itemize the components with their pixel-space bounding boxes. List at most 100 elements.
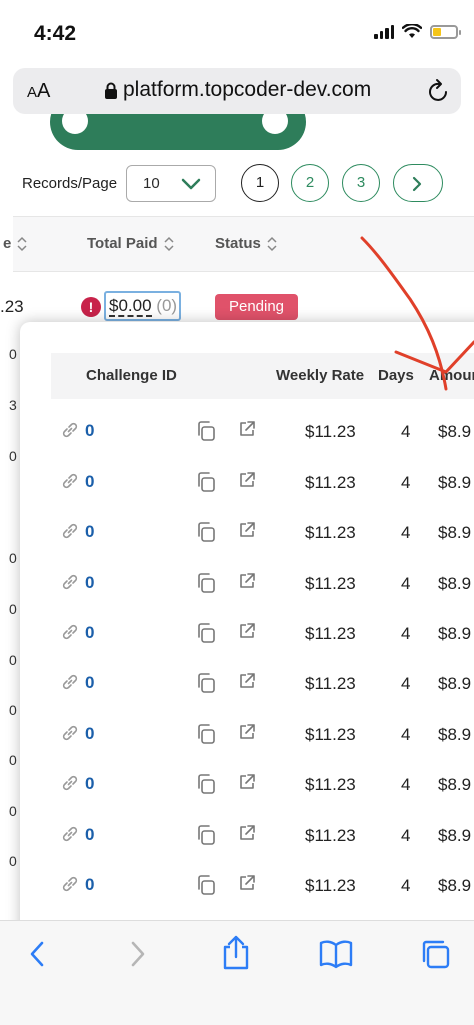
challenge-id-link[interactable]: 0 — [85, 875, 94, 895]
copy-icon[interactable] — [196, 874, 216, 896]
table-row: 0 $11.23 4 $8.9 — [20, 408, 474, 458]
status-bar: 4:42 — [0, 0, 474, 64]
prev-week-icon[interactable] — [62, 114, 88, 134]
link-icon[interactable] — [61, 421, 79, 439]
amount-cell: $8.9 — [438, 523, 472, 542]
days-cell: 4 — [401, 775, 411, 794]
amount-cell: $8.9 — [438, 574, 472, 593]
challenge-id-link[interactable]: 0 — [85, 522, 94, 542]
table-row: 0 $11.23 4 $8.9 — [20, 610, 474, 660]
amount-cell: $8.9 — [438, 422, 472, 441]
challenge-id-link[interactable]: 0 — [85, 472, 94, 492]
forward-icon[interactable] — [128, 939, 148, 969]
page-button-1[interactable]: 1 — [241, 164, 279, 202]
copy-icon[interactable] — [196, 521, 216, 543]
external-link-icon[interactable] — [238, 572, 256, 590]
challenge-id-link[interactable]: 0 — [85, 573, 94, 593]
days-cell: 4 — [401, 876, 411, 895]
challenge-id-link[interactable]: 0 — [85, 623, 94, 643]
column-header-status[interactable]: Status — [215, 235, 277, 252]
address-bar[interactable]: AA platform.topcoder-dev.com — [13, 68, 461, 114]
external-link-icon[interactable] — [238, 874, 256, 892]
wifi-icon — [402, 24, 422, 38]
external-link-icon[interactable] — [238, 471, 256, 489]
amount-cell: $8.9 — [438, 624, 472, 643]
copy-icon[interactable] — [196, 420, 216, 442]
column-header-weekly-rate: Weekly Rate — [276, 367, 365, 384]
status-time: 4:42 — [34, 22, 77, 45]
weekly-rate-cell: $11.23 — [305, 574, 356, 593]
days-cell: 4 — [401, 473, 411, 492]
link-icon[interactable] — [61, 623, 79, 641]
weekly-rate-cell: $11.23 — [305, 422, 356, 441]
days-cell: 4 — [401, 725, 411, 744]
background-row-value: 0 — [9, 803, 17, 819]
tabs-icon[interactable] — [421, 939, 451, 969]
link-icon[interactable] — [61, 774, 79, 792]
warning-icon[interactable]: ! — [81, 297, 101, 317]
copy-icon[interactable] — [196, 723, 216, 745]
background-row-value: 0 — [9, 601, 17, 617]
popup-table-header: Challenge ID Weekly Rate Days Amour — [51, 353, 474, 399]
copy-icon[interactable] — [196, 672, 216, 694]
external-link-icon[interactable] — [238, 672, 256, 690]
share-icon[interactable] — [221, 935, 251, 971]
link-icon[interactable] — [61, 472, 79, 490]
amount-cell: $8.9 — [438, 473, 472, 492]
column-header-total-paid[interactable]: Total Paid — [87, 235, 174, 252]
text-size-button[interactable]: AA — [27, 80, 50, 103]
link-icon[interactable] — [61, 875, 79, 893]
records-per-page-select[interactable]: 10 — [126, 165, 216, 202]
total-paid-field[interactable]: $0.00 (0) — [104, 291, 181, 321]
link-icon[interactable] — [61, 673, 79, 691]
external-link-icon[interactable] — [238, 824, 256, 842]
challenge-id-link[interactable]: 0 — [85, 673, 94, 693]
link-icon[interactable] — [61, 825, 79, 843]
copy-icon[interactable] — [196, 622, 216, 644]
url-display[interactable]: platform.topcoder-dev.com — [105, 78, 371, 102]
challenge-id-link[interactable]: 0 — [85, 825, 94, 845]
copy-icon[interactable] — [196, 471, 216, 493]
external-link-icon[interactable] — [238, 723, 256, 741]
days-cell: 4 — [401, 826, 411, 845]
weekly-rate-cell: $11.23 — [305, 826, 356, 845]
web-page: Records/Page 10 1 2 3 e Total Paid Statu… — [0, 114, 474, 920]
days-cell: 4 — [401, 422, 411, 441]
reload-icon[interactable] — [427, 78, 451, 104]
external-link-icon[interactable] — [238, 521, 256, 539]
lock-icon — [105, 82, 117, 99]
background-row-value: 0 — [9, 652, 17, 668]
link-icon[interactable] — [61, 522, 79, 540]
copy-icon[interactable] — [196, 773, 216, 795]
next-week-icon[interactable] — [262, 114, 288, 134]
days-cell: 4 — [401, 523, 411, 542]
copy-icon[interactable] — [196, 824, 216, 846]
status-icons — [374, 24, 461, 39]
copy-icon[interactable] — [196, 572, 216, 594]
back-icon[interactable] — [27, 939, 47, 969]
records-per-page-label: Records/Page — [22, 175, 118, 192]
background-row-value: 0 — [9, 346, 17, 362]
weekly-rate-cell: $11.23 — [305, 725, 356, 744]
weekly-rate-cell: $11.23 — [305, 876, 356, 895]
external-link-icon[interactable] — [238, 420, 256, 438]
external-link-icon[interactable] — [238, 773, 256, 791]
table-row: 0 $11.23 4 $8.9 — [20, 459, 474, 509]
background-row-value: 0 — [9, 550, 17, 566]
page-button-2[interactable]: 2 — [291, 164, 329, 202]
amount-cell: $8.9 — [438, 725, 472, 744]
challenge-id-link[interactable]: 0 — [85, 724, 94, 744]
next-page-button[interactable] — [393, 164, 443, 202]
background-row-value: 0 — [9, 448, 17, 464]
challenge-id-link[interactable]: 0 — [85, 774, 94, 794]
days-cell: 4 — [401, 574, 411, 593]
page-button-3[interactable]: 3 — [342, 164, 380, 202]
challenge-id-link[interactable]: 0 — [85, 421, 94, 441]
link-icon[interactable] — [61, 573, 79, 591]
column-header[interactable]: e — [3, 235, 27, 252]
external-link-icon[interactable] — [238, 622, 256, 640]
link-icon[interactable] — [61, 724, 79, 742]
sort-icon — [164, 236, 174, 252]
background-row-value: 0 — [9, 853, 17, 869]
bookmarks-icon[interactable] — [319, 939, 353, 969]
